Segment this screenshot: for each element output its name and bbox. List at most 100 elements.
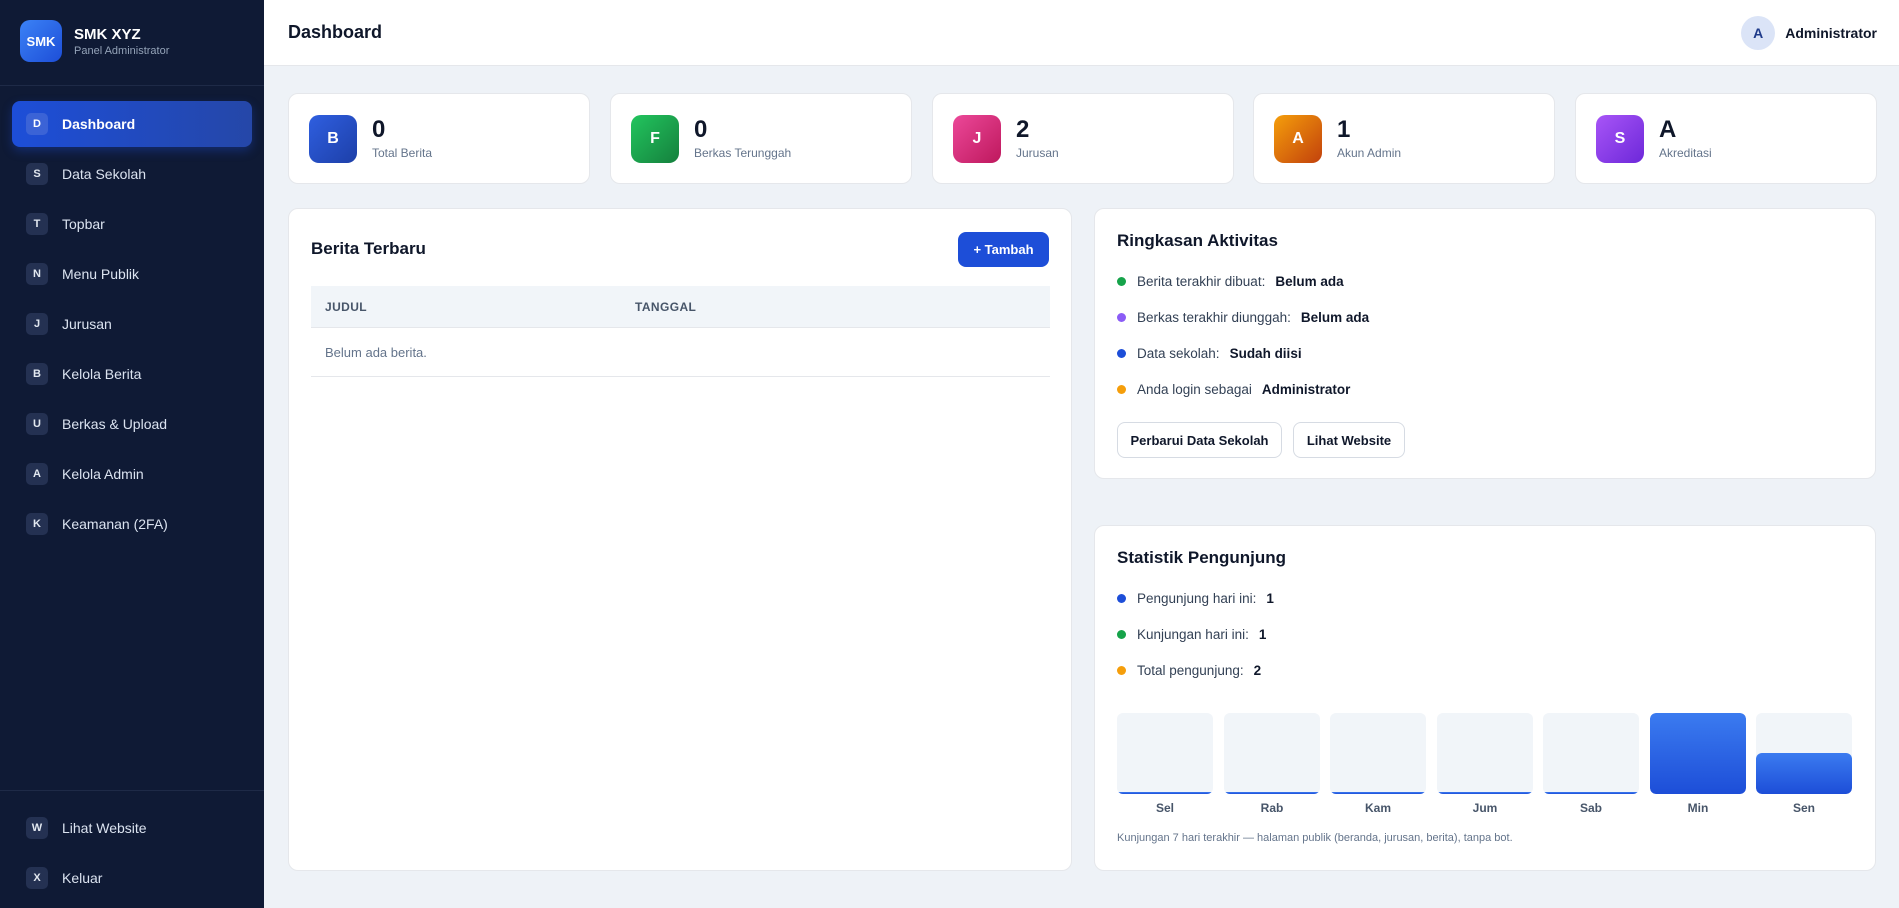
stat-label: Berkas Terunggah	[694, 146, 792, 160]
add-news-button[interactable]: + Tambah	[958, 232, 1049, 267]
sidebar: SMK SMK XYZ Panel Administrator D Dashbo…	[0, 0, 264, 908]
item-value: Sudah diisi	[1229, 345, 1302, 361]
bar-sel: Sel	[1117, 713, 1213, 815]
list-item: Data sekolah: Sudah diisi	[1117, 335, 1369, 371]
bar-track	[1756, 713, 1852, 794]
sidebar-item-kelola-admin[interactable]: A Kelola Admin	[12, 451, 252, 497]
major-count-icon: J	[953, 114, 1001, 163]
sidebar-bottom-nav: W Lihat Website X Keluar	[12, 805, 252, 905]
sidebar-item-dashboard[interactable]: D Dashboard	[12, 101, 252, 147]
topbar-icon: T	[26, 213, 48, 235]
brand-subtitle: Panel Administrator	[74, 44, 170, 57]
sidebar-item-lihat-website[interactable]: W Lihat Website	[12, 805, 252, 851]
view-website-button[interactable]: Lihat Website	[1293, 422, 1405, 458]
stat-card-total-berita: B 0 Total Berita	[288, 93, 590, 184]
sidebar-item-label: Dashboard	[62, 116, 136, 132]
sidebar-item-label: Jurusan	[62, 316, 112, 332]
bar-min: Min	[1650, 713, 1746, 815]
bar-track	[1117, 713, 1213, 794]
stat-card-akreditasi: S A Akreditasi	[1575, 93, 1877, 184]
bar-track	[1543, 713, 1639, 794]
status-dot	[1117, 629, 1126, 639]
activity-summary-panel: Ringkasan Aktivitas Berita terakhir dibu…	[1094, 208, 1876, 479]
bar-fill	[1543, 792, 1639, 794]
column-header-judul: JUDUL	[325, 299, 368, 314]
upload-icon: U	[26, 413, 48, 435]
update-school-data-button[interactable]: Perbarui Data Sekolah	[1117, 422, 1282, 458]
sidebar-nav: D Dashboard S Data Sekolah T Topbar N Me…	[12, 101, 252, 551]
stat-value: 1	[1337, 116, 1351, 143]
list-item: Kunjungan hari ini: 1	[1117, 616, 1274, 652]
item-label: Pengunjung hari ini:	[1137, 590, 1257, 606]
news-count-icon: B	[309, 114, 357, 163]
bar-fill	[1756, 753, 1852, 794]
visitor-stats-panel: Statistik Pengunjung Pengunjung hari ini…	[1094, 525, 1876, 871]
table-header: JUDUL TANGGAL	[311, 286, 1050, 328]
item-value: Administrator	[1261, 381, 1351, 397]
topbar: Dashboard A Administrator	[264, 0, 1899, 66]
sidebar-item-kelola-berita[interactable]: B Kelola Berita	[12, 351, 252, 397]
bar-day-label: Sel	[1155, 801, 1174, 815]
bar-sab: Sab	[1543, 713, 1639, 815]
sidebar-item-topbar[interactable]: T Topbar	[12, 201, 252, 247]
brand-name: SMK XYZ	[74, 25, 141, 43]
stat-label: Akun Admin	[1337, 146, 1402, 160]
bar-jum: Jum	[1437, 713, 1533, 815]
stat-value: 0	[694, 116, 708, 143]
bar-track	[1224, 713, 1320, 794]
status-dot	[1117, 312, 1126, 322]
empty-state-text: Belum ada berita.	[325, 344, 427, 360]
sidebar-item-berkas-upload[interactable]: U Berkas & Upload	[12, 401, 252, 447]
item-value: 1	[1258, 626, 1267, 642]
panel-title: Berita Terbaru	[311, 239, 426, 258]
sidebar-item-label: Keamanan (2FA)	[62, 516, 168, 532]
table-row: Belum ada berita.	[311, 328, 1050, 377]
status-dot	[1117, 665, 1126, 675]
news-icon: B	[26, 363, 48, 385]
file-count-icon: F	[631, 114, 679, 163]
stat-label: Jurusan	[1016, 146, 1059, 160]
sidebar-item-label: Kelola Berita	[62, 366, 142, 382]
activity-list: Berita terakhir dibuat: Belum ada Berkas…	[1117, 263, 1369, 407]
bar-fill	[1117, 792, 1213, 794]
sidebar-item-menu-publik[interactable]: N Menu Publik	[12, 251, 252, 297]
stat-label: Total Berita	[372, 146, 433, 160]
stat-card-akun-admin: A 1 Akun Admin	[1253, 93, 1555, 184]
avatar: A	[1741, 16, 1776, 50]
visitor-list: Pengunjung hari ini: 1 Kunjungan hari in…	[1117, 580, 1274, 688]
page-title: Dashboard	[288, 22, 383, 42]
latest-news-panel: Berita Terbaru + Tambah JUDUL TANGGAL Be…	[288, 208, 1072, 871]
bar-day-label: Rab	[1260, 801, 1284, 815]
user-menu[interactable]: A Administrator	[1741, 16, 1877, 50]
user-name: Administrator	[1785, 25, 1877, 41]
visitor-bar-chart: Sel Rab Kam Jum Sab Min Sen	[1117, 713, 1853, 819]
sidebar-item-label: Data Sekolah	[62, 166, 147, 182]
bar-day-label: Min	[1687, 801, 1709, 815]
column-header-tanggal: TANGGAL	[635, 299, 697, 314]
bar-day-label: Sab	[1579, 801, 1602, 815]
accreditation-icon: S	[1596, 114, 1644, 163]
stat-value: 0	[372, 116, 386, 143]
website-icon: W	[26, 817, 48, 839]
sidebar-item-data-sekolah[interactable]: S Data Sekolah	[12, 151, 252, 197]
status-dot	[1117, 348, 1126, 358]
brand-logo: SMK	[20, 20, 62, 62]
major-icon: J	[26, 313, 48, 335]
stat-value: A	[1659, 116, 1677, 143]
bar-fill	[1224, 792, 1320, 794]
logout-icon: X	[26, 867, 48, 889]
item-label: Kunjungan hari ini:	[1137, 626, 1249, 642]
sidebar-item-keluar[interactable]: X Keluar	[12, 855, 252, 901]
list-item: Anda login sebagai Administrator	[1117, 371, 1369, 407]
stat-card-jurusan: J 2 Jurusan	[932, 93, 1234, 184]
bar-fill	[1437, 792, 1533, 794]
sidebar-item-jurusan[interactable]: J Jurusan	[12, 301, 252, 347]
item-label: Anda login sebagai	[1137, 381, 1252, 397]
list-item: Pengunjung hari ini: 1	[1117, 580, 1274, 616]
sidebar-divider-bottom	[0, 790, 264, 791]
item-label: Data sekolah:	[1137, 345, 1220, 361]
school-data-icon: S	[26, 163, 48, 185]
sidebar-item-keamanan[interactable]: K Keamanan (2FA)	[12, 501, 252, 547]
brand: SMK SMK XYZ Panel Administrator	[20, 20, 169, 62]
sidebar-item-label: Kelola Admin	[62, 466, 144, 482]
